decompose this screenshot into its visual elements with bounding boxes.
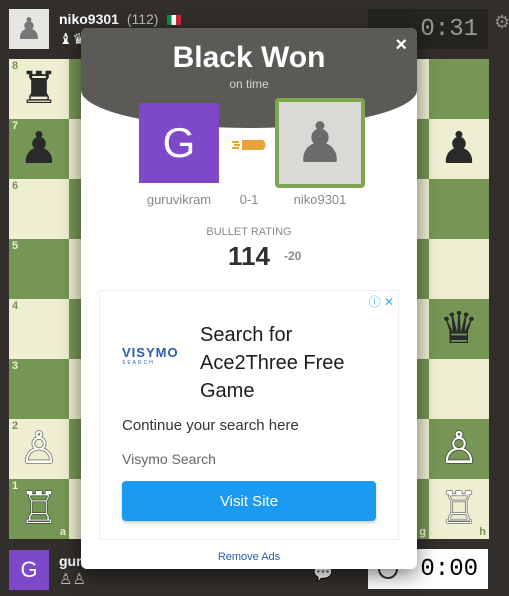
chess-piece[interactable]: ♙ [439,427,478,471]
board-square[interactable] [429,59,489,119]
winner-loser-avatar-left[interactable]: G [139,103,219,183]
board-square[interactable]: 2 ♙ [9,419,69,479]
board-square[interactable]: ♛ [429,299,489,359]
ad-logo: VISYMO [122,345,179,360]
chess-piece[interactable]: ♖ [439,487,478,531]
chess-piece[interactable]: ♙ [19,427,58,471]
game-over-modal: Black Won on time × G ♟ guruvikram 0-1 n… [81,28,417,569]
rank-label: 1 [12,480,19,492]
ad-source: Visymo Search [122,451,216,467]
top-player-name[interactable]: niko9301 [59,11,119,27]
board-square[interactable]: 1 a ♖ [9,479,69,539]
board-square[interactable] [429,179,489,239]
close-icon[interactable]: × [395,34,407,57]
left-player-name[interactable]: guruvikram [129,192,229,207]
board-square[interactable]: 4 [9,299,69,359]
rank-label: 7 [12,120,19,132]
gear-icon[interactable]: ⚙ [494,12,509,33]
bottom-captured-pieces: ♙♙ [59,571,86,588]
chess-piece[interactable]: ♖ [19,487,58,531]
ad-body: Continue your search here [122,417,299,434]
board-square[interactable]: 6 [9,179,69,239]
board-square[interactable]: 3 [9,359,69,419]
rank-label: 5 [12,240,19,252]
rating-delta: -20 [284,249,302,263]
file-label: a [59,526,66,538]
board-square[interactable]: 8 ♜ [9,59,69,119]
chess-piece[interactable]: ♟ [19,127,58,171]
right-player-name[interactable]: niko9301 [270,192,370,207]
board-square[interactable]: 5 [9,239,69,299]
bottom-clock-time: 0:00 [420,555,478,583]
rating-value: 114 [228,241,270,271]
top-player-avatar[interactable]: ♟ [9,9,49,49]
file-label: g [419,526,426,538]
board-square[interactable]: ♟ [429,119,489,179]
advertisement[interactable]: ⓘ ✕ VISYMO SEARCH Search for Ace2Three F… [99,290,399,540]
visit-site-button[interactable]: Visit Site [122,481,376,521]
rating-label: BULLET RATING [206,226,292,238]
top-player-rating: (112) [126,11,159,27]
ad-headline[interactable]: Search for Ace2Three Free Game [200,321,390,405]
game-score: 0-1 [239,192,259,207]
board-square[interactable] [429,359,489,419]
pawn-avatar-icon: ♟ [15,12,43,46]
italy-flag-icon [167,15,182,26]
remove-ads-link[interactable]: Remove Ads [81,551,417,563]
board-square[interactable]: h ♖ [429,479,489,539]
top-player-name-row: niko9301 (112) [59,11,182,27]
ad-logo-sub: SEARCH [122,360,155,366]
file-label: h [479,526,486,538]
rank-label: 3 [12,360,19,372]
rank-label: 8 [12,60,19,72]
board-square[interactable]: 7 ♟ [9,119,69,179]
bullet-icon [232,140,266,150]
modal-subtitle: on time [229,77,269,91]
chess-piece[interactable]: ♟ [439,127,478,171]
chess-piece[interactable]: ♛ [439,307,478,351]
winner-avatar-right[interactable]: ♟ [275,98,365,188]
modal-title: Black Won [172,41,326,74]
pawn-avatar-icon: ♟ [294,111,346,174]
rank-label: 4 [12,300,19,312]
bottom-player-avatar[interactable]: G [9,550,49,590]
board-square[interactable] [429,239,489,299]
rank-label: 6 [12,180,19,192]
ad-choices-icon[interactable]: ⓘ ✕ [369,293,394,310]
board-square[interactable]: ♙ [429,419,489,479]
rank-label: 2 [12,420,19,432]
chess-piece[interactable]: ♜ [19,67,58,111]
bottom-player-name[interactable]: gur [59,553,82,569]
